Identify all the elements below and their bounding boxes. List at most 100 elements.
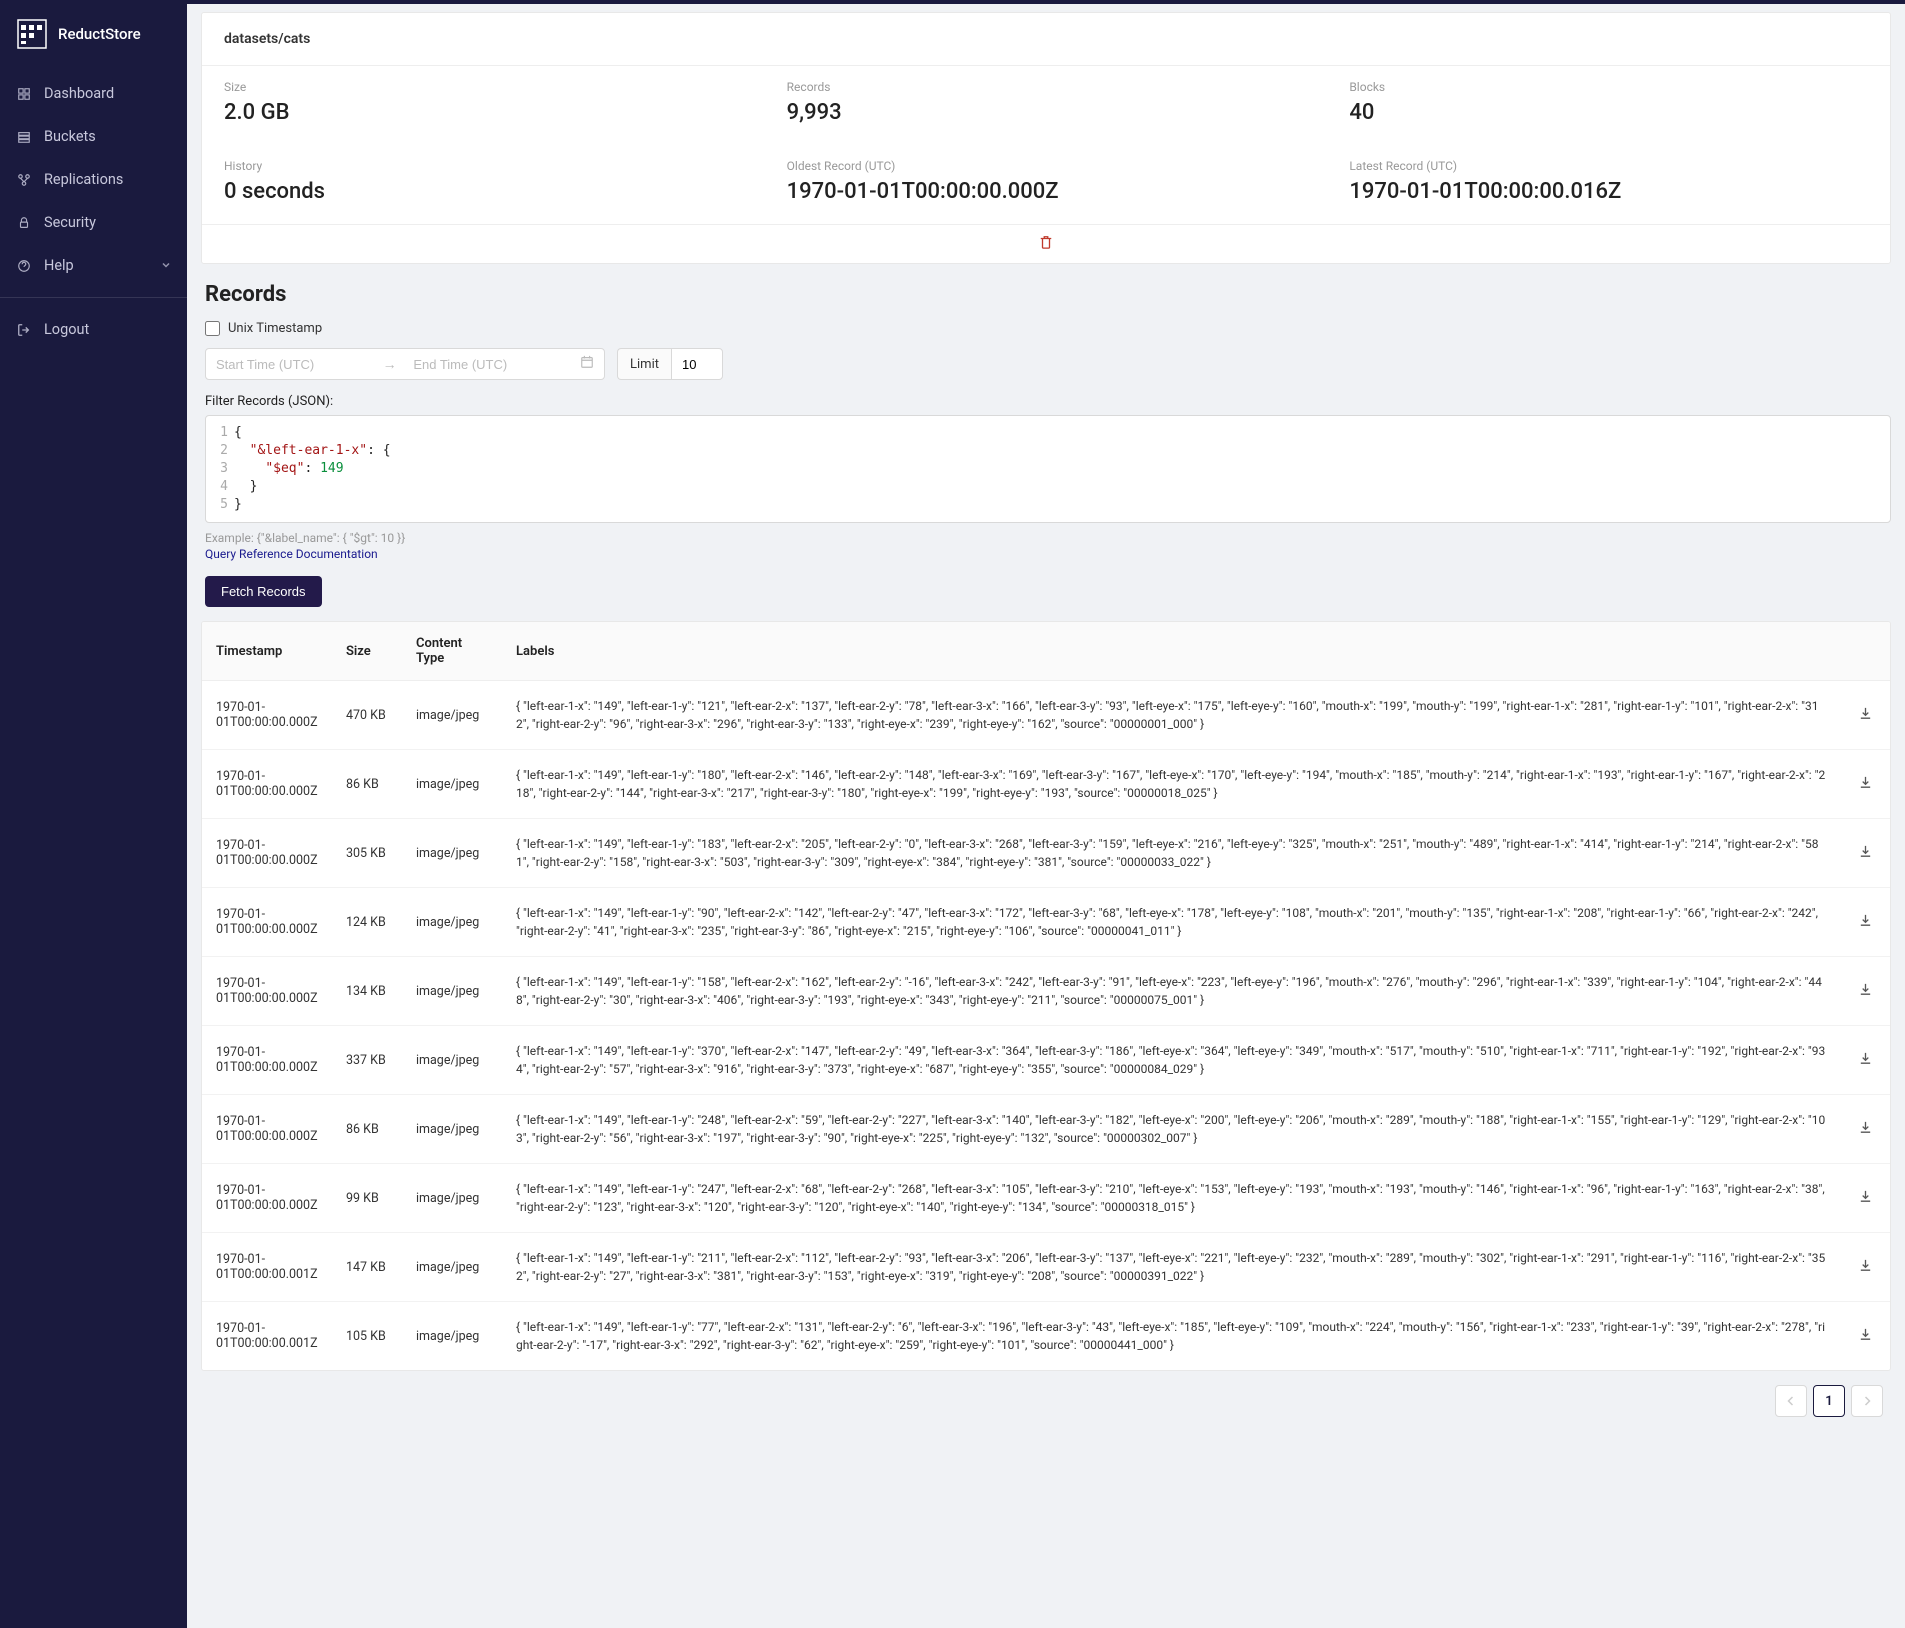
sidebar-item-security[interactable]: Security xyxy=(0,201,187,244)
unix-timestamp-label: Unix Timestamp xyxy=(228,321,322,336)
stat-blocks: Blocks40 xyxy=(1327,66,1890,145)
download-icon[interactable] xyxy=(1858,1055,1873,1070)
table-body: 1970-01-01T00:00:00.000Z470 KBimage/jpeg… xyxy=(202,681,1890,1371)
table-header-content-type: Content Type xyxy=(402,622,502,681)
download-icon[interactable] xyxy=(1858,779,1873,794)
logout-icon xyxy=(16,322,32,338)
logout-button[interactable]: Logout xyxy=(0,308,187,351)
table-head: TimestampSizeContent TypeLabels xyxy=(202,622,1890,681)
cell-size: 124 KB xyxy=(332,888,402,957)
table-header-timestamp: Timestamp xyxy=(202,622,332,681)
cell-download xyxy=(1840,1302,1890,1371)
sidebar-item-label: Security xyxy=(44,214,96,231)
cell-labels: { "left-ear-1-x": "149", "left-ear-1-y":… xyxy=(502,888,1840,957)
download-icon[interactable] xyxy=(1858,1124,1873,1139)
cell-timestamp: 1970-01-01T00:00:00.000Z xyxy=(202,681,332,750)
filter-row: → Limit xyxy=(205,348,1891,380)
end-time-input[interactable] xyxy=(413,357,563,372)
sidebar-menu: Dashboard Buckets Replications Security Help xyxy=(0,72,187,287)
table-row: 1970-01-01T00:00:00.000Z337 KBimage/jpeg… xyxy=(202,1026,1890,1095)
fetch-records-button[interactable]: Fetch Records xyxy=(205,576,322,607)
download-icon[interactable] xyxy=(1858,1331,1873,1346)
sidebar-item-label: Replications xyxy=(44,171,123,188)
table-row: 1970-01-01T00:00:00.001Z105 KBimage/jpeg… xyxy=(202,1302,1890,1371)
download-icon[interactable] xyxy=(1858,710,1873,725)
unix-timestamp-checkbox[interactable] xyxy=(205,321,220,336)
table-header-labels: Labels xyxy=(502,622,1840,681)
pagination-next[interactable] xyxy=(1851,1385,1883,1417)
main-content: datasets/cats Size2.0 GBRecords9,993Bloc… xyxy=(187,0,1905,1628)
cell-content-type: image/jpeg xyxy=(402,1026,502,1095)
stat-label: Records xyxy=(787,80,1306,94)
brand-text: ReductStore xyxy=(58,25,141,43)
download-icon[interactable] xyxy=(1858,1193,1873,1208)
cell-size: 147 KB xyxy=(332,1233,402,1302)
table-row: 1970-01-01T00:00:00.000Z124 KBimage/jpeg… xyxy=(202,888,1890,957)
sidebar-item-dashboard[interactable]: Dashboard xyxy=(0,72,187,115)
table-header-size: Size xyxy=(332,622,402,681)
security-icon xyxy=(16,215,32,231)
cell-size: 305 KB xyxy=(332,819,402,888)
cell-size: 134 KB xyxy=(332,957,402,1026)
time-range-picker[interactable]: → xyxy=(205,348,605,380)
stat-value: 1970-01-01T00:00:00.000Z xyxy=(787,179,1306,204)
cell-labels: { "left-ear-1-x": "149", "left-ear-1-y":… xyxy=(502,1164,1840,1233)
table-row: 1970-01-01T00:00:00.000Z86 KBimage/jpeg{… xyxy=(202,750,1890,819)
cell-timestamp: 1970-01-01T00:00:00.000Z xyxy=(202,888,332,957)
cell-content-type: image/jpeg xyxy=(402,1233,502,1302)
cell-download xyxy=(1840,819,1890,888)
cell-labels: { "left-ear-1-x": "149", "left-ear-1-y":… xyxy=(502,1026,1840,1095)
download-icon[interactable] xyxy=(1858,986,1873,1001)
pagination-prev[interactable] xyxy=(1775,1385,1807,1417)
sidebar-item-label: Buckets xyxy=(44,128,96,145)
trash-icon[interactable] xyxy=(1039,235,1053,249)
calendar-icon[interactable] xyxy=(580,355,594,373)
table-row: 1970-01-01T00:00:00.000Z470 KBimage/jpeg… xyxy=(202,681,1890,750)
records-table: TimestampSizeContent TypeLabels 1970-01-… xyxy=(202,622,1890,1370)
replications-icon xyxy=(16,172,32,188)
table-row: 1970-01-01T00:00:00.001Z147 KBimage/jpeg… xyxy=(202,1233,1890,1302)
cell-size: 105 KB xyxy=(332,1302,402,1371)
cell-labels: { "left-ear-1-x": "149", "left-ear-1-y":… xyxy=(502,750,1840,819)
delete-row xyxy=(202,225,1890,263)
stat-records: Records 9,993 xyxy=(765,66,1328,145)
start-time-input[interactable] xyxy=(216,357,366,372)
cell-timestamp: 1970-01-01T00:00:00.000Z xyxy=(202,1026,332,1095)
stat-label: History xyxy=(224,159,743,173)
cell-download xyxy=(1840,681,1890,750)
records-section: Records Unix Timestamp → xyxy=(201,282,1891,1427)
chevron-down-icon xyxy=(161,257,171,274)
sidebar-item-label: Dashboard xyxy=(44,85,114,102)
cell-download xyxy=(1840,1026,1890,1095)
entry-header-card: datasets/cats Size2.0 GBRecords9,993Bloc… xyxy=(201,12,1891,264)
cell-labels: { "left-ear-1-x": "149", "left-ear-1-y":… xyxy=(502,681,1840,750)
cell-content-type: image/jpeg xyxy=(402,681,502,750)
sidebar-item-replications[interactable]: Replications xyxy=(0,158,187,201)
sidebar-item-buckets[interactable]: Buckets xyxy=(0,115,187,158)
download-icon[interactable] xyxy=(1858,1262,1873,1277)
filter-json-editor[interactable]: 12345 { "&left-ear-1-x": { "$eq": 149 } … xyxy=(205,415,1891,523)
stat-value: 1970-01-01T00:00:00.016Z xyxy=(1349,179,1868,204)
download-icon[interactable] xyxy=(1858,848,1873,863)
sidebar-item-label: Help xyxy=(44,257,74,274)
filter-json-label: Filter Records (JSON): xyxy=(205,394,1891,409)
stat-value: 40 xyxy=(1349,100,1868,125)
pagination-page-1[interactable]: 1 xyxy=(1813,1385,1845,1417)
records-title: Records xyxy=(205,282,1891,307)
table-row: 1970-01-01T00:00:00.000Z134 KBimage/jpeg… xyxy=(202,957,1890,1026)
sidebar-item-help[interactable]: Help xyxy=(0,244,187,287)
cell-download xyxy=(1840,1164,1890,1233)
cell-content-type: image/jpeg xyxy=(402,1164,502,1233)
stat-history: History0 seconds xyxy=(202,145,765,224)
dashboard-icon xyxy=(16,86,32,102)
stats-grid: Size2.0 GBRecords9,993Blocks40History0 s… xyxy=(202,66,1890,225)
sidebar-divider xyxy=(0,297,187,298)
download-icon[interactable] xyxy=(1858,917,1873,932)
limit-input[interactable] xyxy=(671,348,723,380)
cell-timestamp: 1970-01-01T00:00:00.000Z xyxy=(202,750,332,819)
query-doc-link[interactable]: Query Reference Documentation xyxy=(205,547,378,561)
stat-value: 9,993 xyxy=(787,100,1306,125)
cell-labels: { "left-ear-1-x": "149", "left-ear-1-y":… xyxy=(502,1233,1840,1302)
table-row: 1970-01-01T00:00:00.000Z99 KBimage/jpeg{… xyxy=(202,1164,1890,1233)
cell-timestamp: 1970-01-01T00:00:00.001Z xyxy=(202,1233,332,1302)
